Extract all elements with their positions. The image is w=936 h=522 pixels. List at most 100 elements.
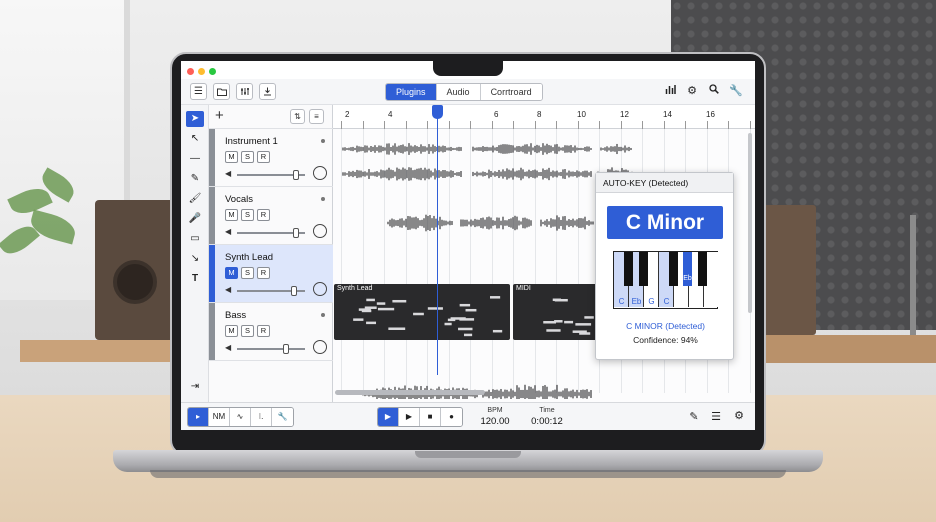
view-tabs: Plugins Audio Corrtroard [385, 83, 543, 101]
sliders-icon[interactable]: ☰ [709, 410, 723, 423]
mixer-icon[interactable] [236, 83, 253, 100]
midi-note [361, 309, 372, 313]
mic-tool-icon[interactable]: 🎤 [186, 211, 204, 227]
add-track-button[interactable]: + [215, 107, 224, 124]
volume-handle[interactable] [291, 286, 297, 296]
track-name: Synth Lead [225, 252, 274, 263]
text-tool-icon[interactable]: T [186, 271, 204, 287]
folder-icon[interactable] [213, 83, 230, 100]
mute-button[interactable]: M [225, 325, 238, 337]
arrow-tool-icon[interactable]: ↖ [186, 131, 204, 147]
download-icon[interactable] [259, 83, 276, 100]
track-list-header: + ⇅ ≡ [209, 105, 333, 129]
record-button[interactable]: R [257, 267, 270, 279]
volume-handle[interactable] [293, 170, 299, 180]
tab-plugins[interactable]: Plugins [386, 84, 437, 100]
tab-corrtroard[interactable]: Corrtroard [480, 84, 542, 100]
record-button[interactable]: R [257, 151, 270, 163]
record-button[interactable]: R [257, 325, 270, 337]
pencil-tool-icon[interactable]: ✎ [186, 171, 204, 187]
ruler-tick [534, 121, 536, 129]
ruler-label: 6 [494, 110, 499, 119]
track-synth-lead[interactable]: Synth Lead M S R ◀ [209, 245, 333, 303]
solo-button[interactable]: S [241, 151, 254, 163]
bars-icon[interactable] [663, 84, 677, 97]
mute-button[interactable]: M [225, 209, 238, 221]
vertical-scrollbar[interactable] [748, 133, 752, 313]
midi-note [489, 296, 501, 299]
playhead-line[interactable] [437, 105, 438, 375]
key-label-eb-black: Eb [683, 275, 692, 282]
wrench-icon[interactable]: 🔧 [272, 408, 293, 426]
pan-knob[interactable] [313, 282, 327, 296]
line-tool-icon[interactable]: — [186, 151, 204, 167]
track-bass[interactable]: Bass M S R ◀ [209, 303, 333, 361]
solo-button[interactable]: S [241, 325, 254, 337]
volume-handle[interactable] [283, 344, 289, 354]
ruler-label: 14 [663, 110, 672, 119]
pan-knob[interactable] [313, 340, 327, 354]
play-button[interactable]: ▶ [378, 408, 399, 426]
detected-key-result: C MINOR (Detected) [626, 321, 705, 331]
bpm-display[interactable]: BPM 120.00 [477, 407, 513, 427]
record-button[interactable]: ● [441, 408, 462, 426]
record-button[interactable]: R [257, 209, 270, 221]
play-forward-button[interactable]: ▶ [399, 408, 420, 426]
close-window-button[interactable] [187, 68, 194, 75]
midi-note [575, 323, 592, 326]
exit-icon[interactable]: ⇥ [186, 379, 204, 395]
time-value: 0:00:12 [531, 416, 563, 427]
background-lamp [910, 215, 916, 335]
nm-tool-button[interactable]: NM [209, 408, 230, 426]
wrench-icon[interactable]: 🔧 [729, 84, 743, 97]
menu-icon[interactable]: ☰ [190, 83, 207, 100]
horizontal-scrollbar[interactable] [335, 390, 485, 395]
tab-audio[interactable]: Audio [436, 84, 481, 100]
solo-button[interactable]: S [241, 209, 254, 221]
search-icon[interactable] [707, 84, 721, 97]
curve-tool-icon[interactable]: ↘ [186, 251, 204, 267]
timeline-ruler[interactable]: 2 4 6 8 10 12 14 16 [333, 105, 755, 129]
track-name: Bass [225, 310, 247, 321]
piano-key-f-sharp [669, 252, 678, 286]
midi-note [584, 316, 594, 319]
mute-button[interactable]: M [225, 267, 238, 279]
midi-clip[interactable]: MIDI [513, 284, 603, 340]
volume-handle[interactable] [293, 228, 299, 238]
pointer-tool-icon[interactable]: ➤ [186, 111, 204, 127]
stop-button[interactable]: ■ [420, 408, 441, 426]
track-instrument-1[interactable]: Instrument 1 M S R ◀ [209, 129, 333, 187]
track-vocals[interactable]: Vocals M S R ◀ [209, 187, 333, 245]
bpm-label: BPM [487, 407, 503, 414]
select-tool-button[interactable]: ▸ [188, 408, 209, 426]
volume-slider[interactable] [237, 348, 305, 350]
pan-knob[interactable] [313, 166, 327, 180]
track-list-icon[interactable]: ≡ [309, 109, 324, 124]
gear-icon[interactable]: ⚙ [685, 84, 699, 97]
pencil-icon[interactable]: ✎ [687, 410, 701, 423]
autokey-title: AUTO-KEY (Detected) [596, 173, 733, 193]
midi-note [353, 318, 364, 321]
zoom-window-button[interactable] [209, 68, 216, 75]
ruler-label: 16 [706, 110, 715, 119]
clip-tool-icon[interactable]: ▭ [186, 231, 204, 247]
laptop-shadow [150, 470, 786, 478]
gear-icon[interactable]: ⚙ [732, 409, 746, 422]
minimize-window-button[interactable] [198, 68, 205, 75]
background-speaker [95, 200, 175, 340]
midi-note [459, 303, 471, 307]
synth-lead-clip[interactable]: Synth Lead [334, 284, 510, 340]
mute-button[interactable]: M [225, 151, 238, 163]
marker-tool-button[interactable]: ⁝. [251, 408, 272, 426]
transport-controls: ▶ ▶ ■ ● [377, 407, 463, 427]
playhead-handle[interactable] [432, 105, 443, 119]
ruler-tick [577, 121, 579, 129]
brush-tool-icon[interactable]: 🖌 [186, 191, 204, 207]
solo-button[interactable]: S [241, 267, 254, 279]
key-label-eb: Eb [631, 297, 642, 306]
pan-knob[interactable] [313, 224, 327, 238]
track-options-icon[interactable]: ⇅ [290, 109, 305, 124]
ruler-tick [706, 121, 708, 129]
automation-tool-button[interactable]: ∿ [230, 408, 251, 426]
midi-note [366, 298, 375, 302]
